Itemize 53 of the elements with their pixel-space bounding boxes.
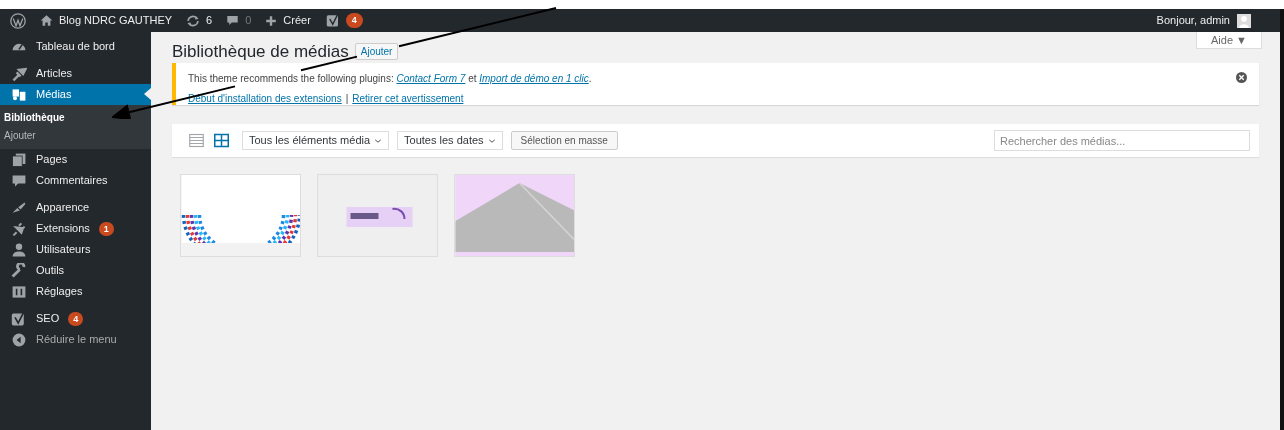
- grid-view-icon[interactable]: [213, 133, 230, 148]
- pin-icon: [11, 65, 27, 82]
- plus-icon: [265, 14, 278, 27]
- dropdown[interactable]: Tous les éléments média: [242, 131, 390, 150]
- user-icon: [11, 241, 27, 258]
- bulk-select-button[interactable]: Sélection en masse: [510, 131, 618, 150]
- search-field[interactable]: Rechercher des médias...: [994, 130, 1250, 151]
- notification-badge: 4: [345, 13, 363, 28]
- sidebar-item[interactable]: Tableau de bord: [0, 36, 151, 57]
- greeting-text[interactable]: Bonjour, admin: [1156, 12, 1230, 29]
- site-name-link[interactable]: Blog NDRC GAUTHEY: [59, 12, 173, 29]
- collapse-icon: [11, 331, 27, 348]
- plugin-link[interactable]: Contact Form 7: [396, 73, 466, 84]
- submenu-item[interactable]: Ajouter: [0, 127, 151, 145]
- chevron-icon: [374, 136, 383, 145]
- close-icon[interactable]: [1236, 72, 1247, 83]
- avatar-icon: [1236, 13, 1252, 28]
- sidebar-item[interactable]: Médias: [0, 84, 151, 105]
- sidebar-item[interactable]: Commentaires: [0, 170, 151, 191]
- separator-text: |: [345, 92, 349, 106]
- refresh-icon: [186, 13, 201, 28]
- sidebar-item[interactable]: Pages: [0, 149, 151, 170]
- sidebar-item[interactable]: SEO 4: [0, 308, 151, 329]
- page-title: Bibliothèque de médias: [172, 40, 349, 63]
- new-link[interactable]: Créer: [283, 12, 311, 29]
- dropdown[interactable]: Toutes les dates: [397, 131, 503, 150]
- help-tab[interactable]: Aide ▼: [1196, 32, 1262, 49]
- pages-icon: [11, 151, 27, 168]
- chevron-icon: [487, 136, 496, 145]
- sidebar-item[interactable]: Réglages: [0, 281, 151, 302]
- sidebar-item[interactable]: Utilisateurs: [0, 239, 151, 260]
- sidebar-item[interactable]: Réduire le menu: [0, 329, 151, 350]
- install-link[interactable]: Début d'installation des extensions: [188, 91, 342, 106]
- sidebar-item[interactable]: Apparence: [0, 197, 151, 218]
- notice-text: This theme recommends the following plugins: Contact Form 7 et Import de démo en 1 clic.: [188, 72, 592, 86]
- home-icon: [40, 14, 53, 27]
- submenu-item[interactable]: Bibliothèque: [0, 109, 151, 127]
- plugin-link[interactable]: Import de démo en 1 clic: [479, 73, 589, 84]
- add-button[interactable]: Ajouter: [354, 43, 399, 60]
- media-icon: [11, 86, 27, 103]
- wrench-icon: [11, 262, 27, 279]
- notification-badge: 4: [68, 311, 84, 326]
- comment-icon: [226, 14, 240, 27]
- list-view-icon[interactable]: [188, 133, 205, 148]
- seo-icon: [11, 310, 27, 327]
- sidebar-item[interactable]: Extensions 1: [0, 218, 151, 239]
- comment-icon: [11, 172, 27, 189]
- notification-badge: 1: [98, 221, 114, 236]
- wordpress-logo-icon: [10, 12, 26, 29]
- dismiss-link[interactable]: Retirer cet avertissement: [352, 91, 464, 106]
- sidebar-item[interactable]: Outils: [0, 260, 151, 281]
- updates-count[interactable]: 6: [206, 12, 213, 29]
- sidebar-item[interactable]: Articles: [0, 63, 151, 84]
